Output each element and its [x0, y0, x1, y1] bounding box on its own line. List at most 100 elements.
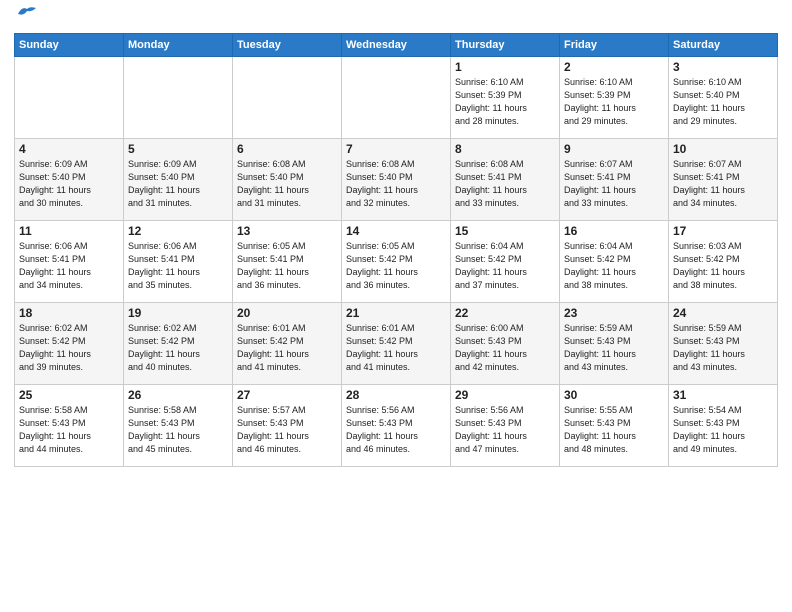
day-number: 17	[673, 224, 773, 238]
day-number: 13	[237, 224, 337, 238]
day-number: 8	[455, 142, 555, 156]
calendar-cell: 16Sunrise: 6:04 AM Sunset: 5:42 PM Dayli…	[560, 221, 669, 303]
day-number: 10	[673, 142, 773, 156]
calendar-cell: 21Sunrise: 6:01 AM Sunset: 5:42 PM Dayli…	[342, 303, 451, 385]
day-number: 18	[19, 306, 119, 320]
day-content: Sunrise: 5:58 AM Sunset: 5:43 PM Dayligh…	[19, 404, 119, 456]
weekday-header-saturday: Saturday	[669, 34, 778, 57]
day-number: 9	[564, 142, 664, 156]
day-number: 11	[19, 224, 119, 238]
day-content: Sunrise: 6:00 AM Sunset: 5:43 PM Dayligh…	[455, 322, 555, 374]
calendar-cell: 6 Sunrise: 6:08 AM Sunset: 5:40 PM Daylig…	[233, 139, 342, 221]
day-number: 28	[346, 388, 446, 402]
calendar-cell: 31Sunrise: 5:54 AM Sunset: 5:43 PM Dayli…	[669, 385, 778, 467]
day-number: 6	[237, 142, 337, 156]
calendar-cell: 25 Sunrise: 5:58 AM Sunset: 5:43 PM Dayli…	[15, 385, 124, 467]
day-number: 14	[346, 224, 446, 238]
calendar-cell: 15 Sunrise: 6:04 AM Sunset: 5:42 PM Dayli…	[451, 221, 560, 303]
day-content: Sunrise: 6:10 AM Sunset: 5:39 PM Dayligh…	[455, 76, 555, 128]
weekday-header-friday: Friday	[560, 34, 669, 57]
day-content: Sunrise: 6:09 AM Sunset: 5:40 PM Dayligh…	[19, 158, 119, 210]
calendar-cell: 5 Sunrise: 6:09 AM Sunset: 5:40 PM Daylig…	[124, 139, 233, 221]
day-content: Sunrise: 5:55 AM Sunset: 5:43 PM Dayligh…	[564, 404, 664, 456]
day-content: Sunrise: 6:05 AM Sunset: 5:41 PM Dayligh…	[237, 240, 337, 292]
day-content: Sunrise: 5:56 AM Sunset: 5:43 PM Dayligh…	[455, 404, 555, 456]
week-row-4: 18 Sunrise: 6:02 AM Sunset: 5:42 PM Dayli…	[15, 303, 778, 385]
calendar-cell: 1 Sunrise: 6:10 AM Sunset: 5:39 PM Daylig…	[451, 57, 560, 139]
calendar-cell: 17 Sunrise: 6:03 AM Sunset: 5:42 PM Dayli…	[669, 221, 778, 303]
day-number: 24	[673, 306, 773, 320]
calendar-cell: 19Sunrise: 6:02 AM Sunset: 5:42 PM Dayli…	[124, 303, 233, 385]
calendar-cell: 23 Sunrise: 5:59 AM Sunset: 5:43 PM Dayli…	[560, 303, 669, 385]
day-number: 25	[19, 388, 119, 402]
calendar-cell: 14 Sunrise: 6:05 AM Sunset: 5:42 PM Dayli…	[342, 221, 451, 303]
calendar-cell: 22 Sunrise: 6:00 AM Sunset: 5:43 PM Dayli…	[451, 303, 560, 385]
day-number: 4	[19, 142, 119, 156]
calendar-cell	[233, 57, 342, 139]
day-number: 7	[346, 142, 446, 156]
calendar-cell: 13 Sunrise: 6:05 AM Sunset: 5:41 PM Dayli…	[233, 221, 342, 303]
weekday-header-row: SundayMondayTuesdayWednesdayThursdayFrid…	[15, 34, 778, 57]
day-content: Sunrise: 6:02 AM Sunset: 5:42 PM Dayligh…	[19, 322, 119, 374]
day-content: Sunrise: 6:10 AM Sunset: 5:39 PM Dayligh…	[564, 76, 664, 128]
day-number: 3	[673, 60, 773, 74]
day-number: 30	[564, 388, 664, 402]
calendar-cell: 2 Sunrise: 6:10 AM Sunset: 5:39 PM Daylig…	[560, 57, 669, 139]
day-content: Sunrise: 6:03 AM Sunset: 5:42 PM Dayligh…	[673, 240, 773, 292]
day-content: Sunrise: 5:57 AM Sunset: 5:43 PM Dayligh…	[237, 404, 337, 456]
day-number: 2	[564, 60, 664, 74]
day-content: Sunrise: 6:07 AM Sunset: 5:41 PM Dayligh…	[564, 158, 664, 210]
day-content: Sunrise: 6:08 AM Sunset: 5:40 PM Dayligh…	[237, 158, 337, 210]
day-content: Sunrise: 5:56 AM Sunset: 5:43 PM Dayligh…	[346, 404, 446, 456]
day-number: 16	[564, 224, 664, 238]
day-content: Sunrise: 6:08 AM Sunset: 5:41 PM Dayligh…	[455, 158, 555, 210]
calendar-cell: 24Sunrise: 5:59 AM Sunset: 5:43 PM Dayli…	[669, 303, 778, 385]
day-number: 20	[237, 306, 337, 320]
day-number: 1	[455, 60, 555, 74]
calendar-cell: 9 Sunrise: 6:07 AM Sunset: 5:41 PM Daylig…	[560, 139, 669, 221]
week-row-1: 1 Sunrise: 6:10 AM Sunset: 5:39 PM Daylig…	[15, 57, 778, 139]
calendar-cell: 10Sunrise: 6:07 AM Sunset: 5:41 PM Dayli…	[669, 139, 778, 221]
calendar-cell	[15, 57, 124, 139]
calendar-cell: 11Sunrise: 6:06 AM Sunset: 5:41 PM Dayli…	[15, 221, 124, 303]
calendar-cell: 27 Sunrise: 5:57 AM Sunset: 5:43 PM Dayli…	[233, 385, 342, 467]
day-number: 12	[128, 224, 228, 238]
calendar-cell: 7 Sunrise: 6:08 AM Sunset: 5:40 PM Daylig…	[342, 139, 451, 221]
day-number: 31	[673, 388, 773, 402]
week-row-5: 25 Sunrise: 5:58 AM Sunset: 5:43 PM Dayli…	[15, 385, 778, 467]
calendar-table: SundayMondayTuesdayWednesdayThursdayFrid…	[14, 33, 778, 467]
weekday-header-monday: Monday	[124, 34, 233, 57]
calendar-cell	[124, 57, 233, 139]
calendar-cell: 3 Sunrise: 6:10 AM Sunset: 5:40 PM Daylig…	[669, 57, 778, 139]
day-number: 27	[237, 388, 337, 402]
day-number: 22	[455, 306, 555, 320]
logo	[14, 10, 39, 27]
calendar-cell: 30 Sunrise: 5:55 AM Sunset: 5:43 PM Dayli…	[560, 385, 669, 467]
day-number: 23	[564, 306, 664, 320]
calendar-cell: 8 Sunrise: 6:08 AM Sunset: 5:41 PM Daylig…	[451, 139, 560, 221]
day-content: Sunrise: 6:04 AM Sunset: 5:42 PM Dayligh…	[455, 240, 555, 292]
calendar-cell	[342, 57, 451, 139]
logo-bird-icon	[16, 4, 38, 27]
week-row-3: 11 Sunrise: 6:06 AM Sunset: 5:41 PM Dayli…	[15, 221, 778, 303]
week-row-2: 4 Sunrise: 6:09 AM Sunset: 5:40 PM Daylig…	[15, 139, 778, 221]
weekday-header-sunday: Sunday	[15, 34, 124, 57]
day-content: Sunrise: 5:59 AM Sunset: 5:43 PM Dayligh…	[564, 322, 664, 374]
calendar-cell: 29Sunrise: 5:56 AM Sunset: 5:43 PM Dayli…	[451, 385, 560, 467]
day-content: Sunrise: 6:10 AM Sunset: 5:40 PM Dayligh…	[673, 76, 773, 128]
day-content: Sunrise: 6:05 AM Sunset: 5:42 PM Dayligh…	[346, 240, 446, 292]
day-content: Sunrise: 6:08 AM Sunset: 5:40 PM Dayligh…	[346, 158, 446, 210]
day-content: Sunrise: 6:06 AM Sunset: 5:41 PM Dayligh…	[128, 240, 228, 292]
calendar-cell: 28 Sunrise: 5:56 AM Sunset: 5:43 PM Dayli…	[342, 385, 451, 467]
weekday-header-tuesday: Tuesday	[233, 34, 342, 57]
calendar-cell: 18 Sunrise: 6:02 AM Sunset: 5:42 PM Dayli…	[15, 303, 124, 385]
calendar-cell: 12 Sunrise: 6:06 AM Sunset: 5:41 PM Dayli…	[124, 221, 233, 303]
day-content: Sunrise: 6:09 AM Sunset: 5:40 PM Dayligh…	[128, 158, 228, 210]
day-content: Sunrise: 6:01 AM Sunset: 5:42 PM Dayligh…	[237, 322, 337, 374]
day-content: Sunrise: 5:58 AM Sunset: 5:43 PM Dayligh…	[128, 404, 228, 456]
day-number: 15	[455, 224, 555, 238]
weekday-header-wednesday: Wednesday	[342, 34, 451, 57]
day-number: 26	[128, 388, 228, 402]
day-number: 5	[128, 142, 228, 156]
day-number: 19	[128, 306, 228, 320]
